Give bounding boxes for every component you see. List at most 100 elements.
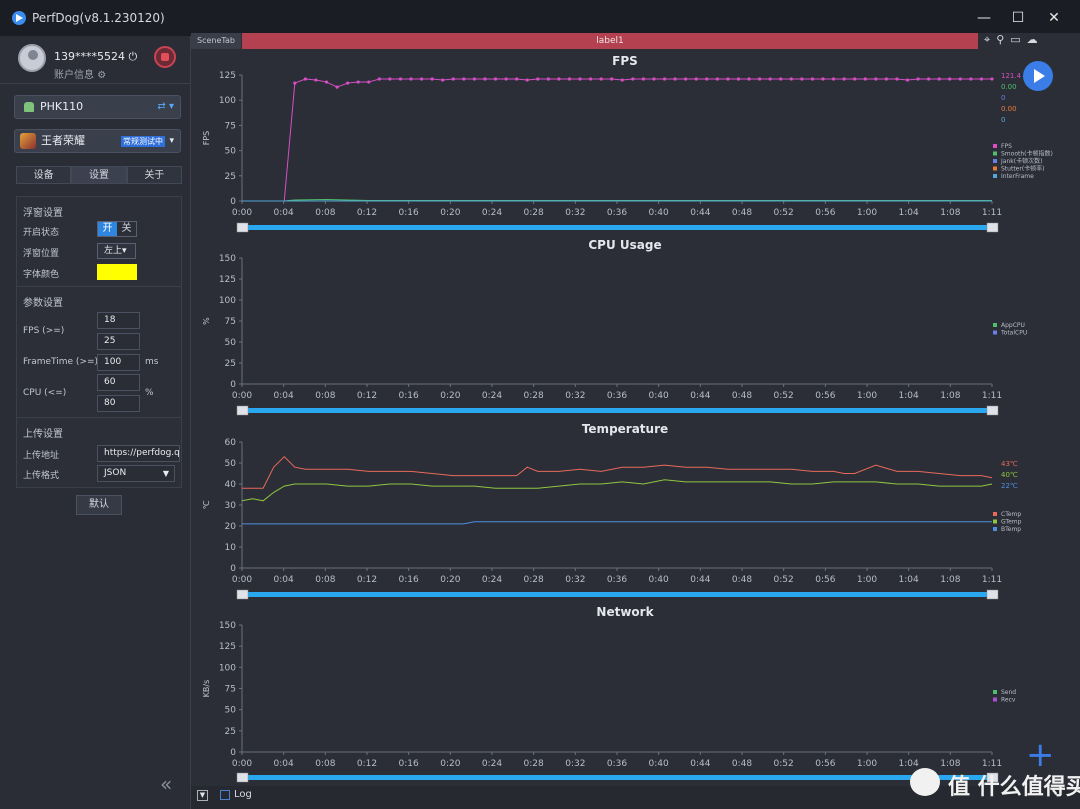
time-range-slider	[242, 592, 992, 597]
x-tick-label: 0:20	[440, 575, 460, 585]
power-icon[interactable]: ⏻	[129, 50, 138, 63]
legend-swatch	[993, 697, 997, 702]
x-tick-label: 1:00	[857, 391, 877, 401]
x-tick-label: 1:00	[857, 759, 877, 769]
x-tick-label: 0:04	[274, 759, 294, 769]
frametime-input[interactable]: 100	[97, 354, 140, 371]
x-tick-label: 0:36	[607, 208, 627, 218]
param-settings-title: 参数设置	[23, 298, 63, 309]
x-tick-label: 0:16	[399, 575, 419, 585]
x-tick-label: 0:00	[232, 208, 252, 218]
chevron-down-icon[interactable]: ▾	[169, 130, 174, 152]
tab-settings[interactable]: 设置	[71, 166, 127, 184]
perfdog-logo-icon	[12, 11, 26, 25]
slider-handle-right	[986, 405, 999, 416]
data-point	[472, 77, 476, 81]
android-icon	[24, 102, 34, 112]
data-point	[758, 77, 762, 81]
x-tick-label: 0:56	[815, 575, 835, 585]
watermark-text: 值 什么值得买	[948, 775, 1080, 800]
maximize-icon[interactable]: ☐	[1008, 8, 1028, 28]
upload-url-input[interactable]: https://perfdog.q	[97, 445, 180, 462]
default-button[interactable]: 默认	[76, 495, 122, 515]
float-toggle[interactable]: 开 关	[97, 221, 137, 237]
data-point	[441, 78, 445, 82]
y-tick-label: 40	[225, 480, 237, 490]
device-selector[interactable]: PHK110 ⇄ ▾	[14, 95, 181, 119]
toggle-off[interactable]: 关	[117, 222, 136, 236]
x-tick-label: 0:28	[524, 759, 544, 769]
tab-about[interactable]: 关于	[126, 166, 182, 184]
data-point	[736, 77, 741, 81]
frametime-label: FrameTime (>=)	[23, 357, 99, 367]
x-tick-label: 0:48	[732, 759, 752, 769]
y-tick-label: 100	[219, 96, 236, 106]
legend-label: TotalCPU	[1000, 330, 1027, 337]
legend-label: FPS	[1001, 143, 1012, 150]
y-tick-label: 75	[225, 685, 236, 695]
app-name: 王者荣耀	[41, 134, 85, 147]
cpu-threshold-2-input[interactable]: 80	[97, 395, 140, 412]
data-point	[462, 77, 466, 81]
data-point	[673, 77, 677, 81]
y-axis-label: %	[202, 317, 211, 325]
x-tick-label: 0:00	[232, 575, 252, 585]
time-range-slider	[242, 408, 992, 413]
avatar[interactable]	[18, 44, 46, 72]
font-color-swatch[interactable]	[97, 264, 137, 280]
data-point	[430, 77, 434, 81]
series-line-2	[242, 521, 992, 525]
fps-label: FPS (>=)	[23, 326, 65, 336]
connection-icon[interactable]: ⇄ ▾	[157, 96, 174, 118]
collapse-sidebar-icon[interactable]: «	[160, 772, 172, 796]
minimize-icon[interactable]: —	[974, 8, 994, 28]
upload-format-select[interactable]: JSON ▼	[97, 465, 175, 482]
settings-tabs: 设备 设置 关于	[16, 166, 182, 184]
close-icon[interactable]: ✕	[1044, 8, 1064, 28]
series-line-0	[242, 78, 992, 202]
current-value: 121.4	[1001, 72, 1022, 80]
x-tick-label: 0:36	[607, 759, 627, 769]
x-tick-label: 0:08	[315, 575, 335, 585]
series-line-0	[242, 455, 993, 489]
y-tick-label: 60	[225, 438, 237, 448]
data-point	[948, 77, 952, 81]
window-title: PerfDog(v8.1.230120)	[32, 11, 165, 25]
y-tick-label: 150	[219, 621, 236, 631]
x-tick-label: 0:16	[399, 759, 419, 769]
x-tick-label: 1:11	[982, 391, 1002, 401]
position-select[interactable]: 左上▾	[97, 243, 136, 259]
account-info-link[interactable]: 账户信息 ⚙	[54, 66, 106, 81]
legend-label: Send	[1001, 689, 1016, 696]
app-selector[interactable]: 王者荣耀 常规测试中 ▾	[14, 129, 181, 153]
toggle-on[interactable]: 开	[98, 222, 117, 236]
data-point	[377, 77, 381, 81]
font-color-label: 字体颜色	[23, 270, 60, 280]
x-tick-label: 0:24	[482, 759, 502, 769]
upload-format-label: 上传格式	[23, 471, 60, 481]
slider-handle-left	[236, 589, 249, 600]
slider-handle-left	[236, 772, 249, 783]
slider-handle-left	[236, 405, 249, 416]
expand-icon[interactable]: ▼	[197, 790, 208, 801]
legend-swatch	[993, 527, 997, 531]
play-button[interactable]	[1023, 61, 1053, 91]
data-point	[641, 77, 646, 81]
cpu-threshold-1-input[interactable]: 60	[97, 374, 140, 391]
data-point	[525, 78, 529, 82]
x-tick-label: 1:00	[857, 575, 877, 585]
tab-device[interactable]: 设备	[16, 166, 72, 184]
x-tick-label: 0:04	[274, 575, 294, 585]
legend-swatch	[993, 519, 997, 524]
y-axis-label: FPS	[202, 131, 211, 146]
current-value: 43℃	[1001, 460, 1018, 468]
slider-handle-right	[986, 589, 999, 600]
fps-threshold-1-input[interactable]: 18	[97, 312, 140, 329]
fps-threshold-2-input[interactable]: 25	[97, 333, 140, 350]
stop-record-button[interactable]	[154, 46, 176, 68]
log-checkbox[interactable]	[220, 790, 230, 800]
data-point	[821, 77, 825, 81]
data-point	[610, 77, 614, 81]
data-point	[293, 81, 297, 85]
data-point	[419, 77, 424, 81]
